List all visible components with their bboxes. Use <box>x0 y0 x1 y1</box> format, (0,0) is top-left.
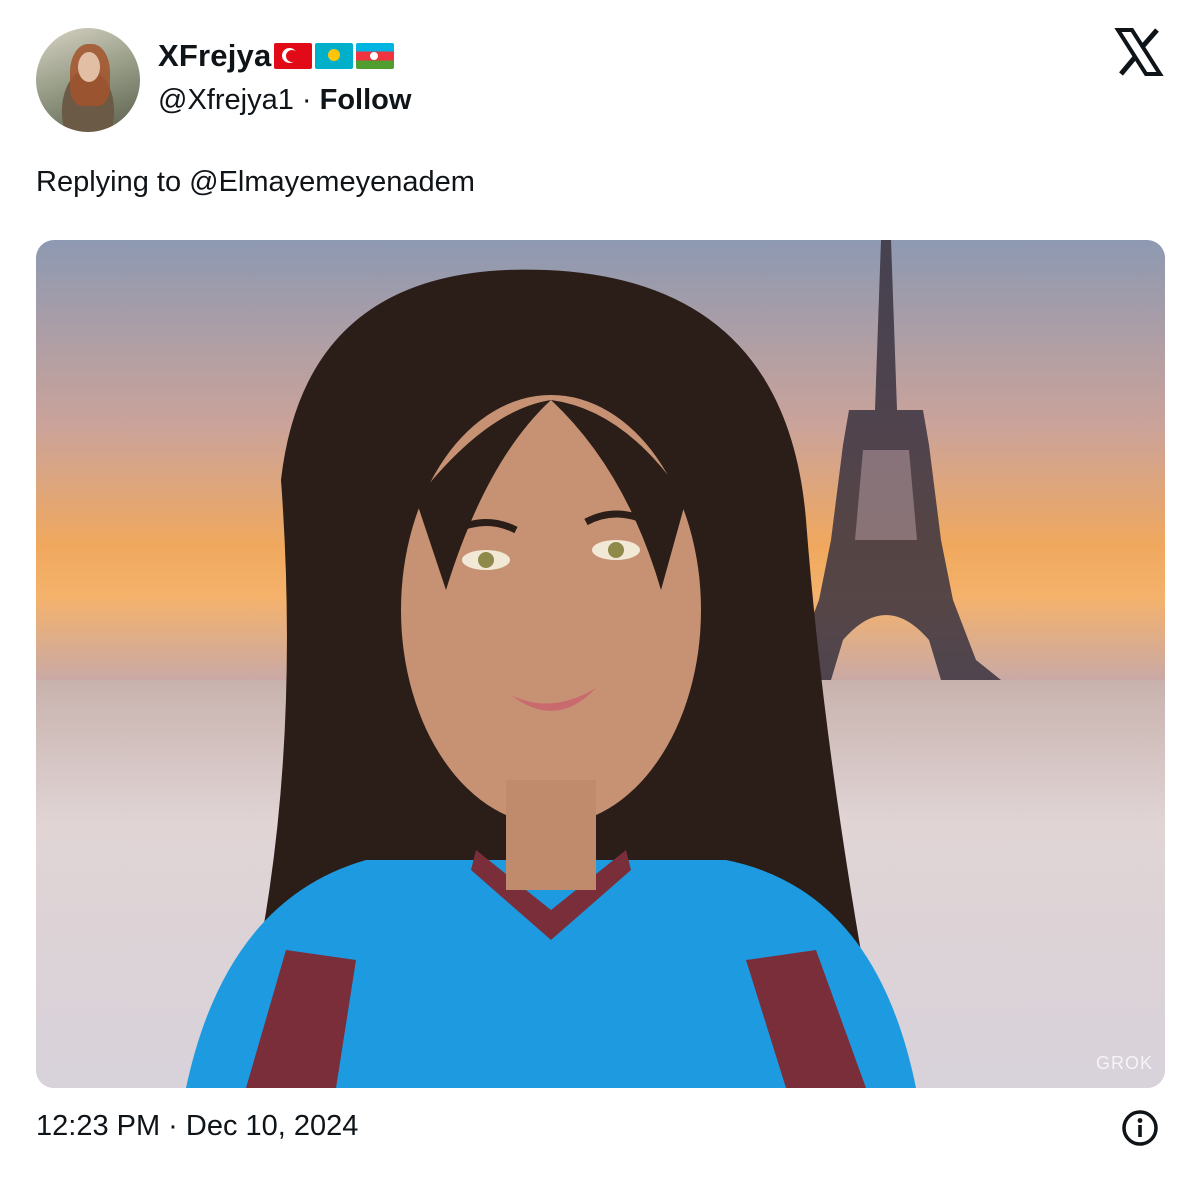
info-icon[interactable] <box>1120 1108 1160 1148</box>
handle-separator: · <box>301 84 312 116</box>
follow-button[interactable]: Follow <box>320 84 412 116</box>
grok-watermark: GROK <box>1095 1053 1153 1073</box>
author-handle[interactable]: @Xfrejya1 <box>158 84 294 116</box>
flag-azerbaijan-icon <box>356 43 395 69</box>
author-name[interactable]: XFrejya <box>158 38 271 74</box>
portrait-woman <box>186 269 916 1088</box>
avatar[interactable] <box>36 28 140 132</box>
avatar-face <box>78 52 100 82</box>
author-name-row: XFrejya <box>158 38 395 74</box>
reply-context[interactable]: Replying to @Elmayemeyenadem <box>36 166 475 199</box>
author-handle-row: @Xfrejya1 · Follow <box>158 84 411 117</box>
flag-turkey-icon <box>274 43 313 69</box>
flag-kazakhstan-icon <box>315 43 354 69</box>
timestamp[interactable]: 12:23 PM · Dec 10, 2024 <box>36 1110 358 1143</box>
tweet-image[interactable]: GROK <box>36 240 1165 1088</box>
x-logo-icon[interactable] <box>1114 28 1164 76</box>
